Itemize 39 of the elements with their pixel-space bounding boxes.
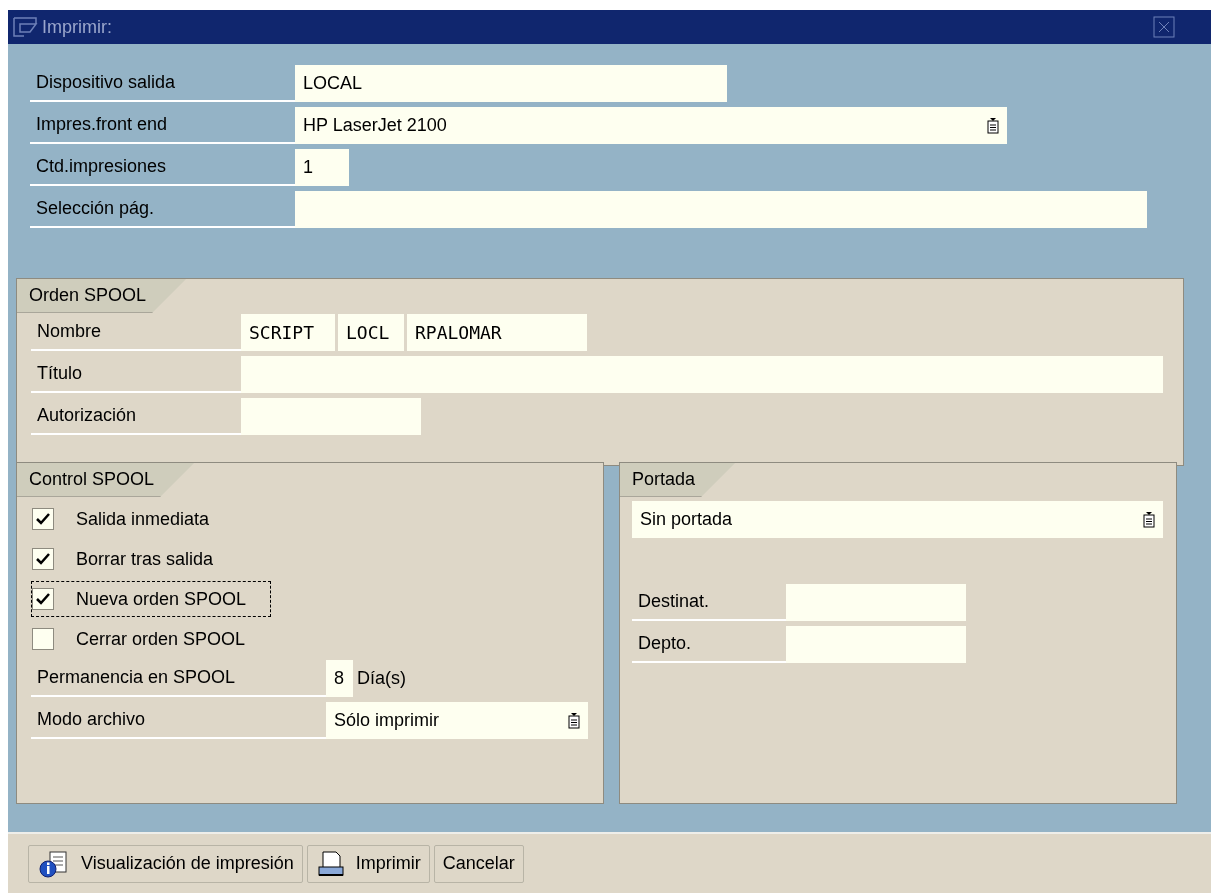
input-field[interactable]: SCRIPT [241,314,335,351]
checkbox-option[interactable]: Cerrar orden SPOOL [31,621,271,657]
checkbox[interactable] [32,628,54,650]
input-field[interactable] [295,191,1147,228]
close-icon[interactable] [1153,16,1175,38]
dialog-button[interactable]: Cancelar [433,844,524,883]
checkbox-option[interactable]: Salida inmediata [31,501,235,537]
input-field[interactable] [241,356,1163,393]
input-field[interactable]: 8 [326,660,353,697]
checkmark-icon [36,593,50,605]
checkmark-icon [36,513,50,525]
group-title: Portada [620,463,736,497]
input-field[interactable]: LOCL [338,314,404,351]
input-field[interactable] [786,626,966,663]
group-title: Orden SPOOL [17,279,187,313]
dialog-button[interactable]: Imprimir [306,844,430,883]
checkbox-option[interactable]: Borrar tras salida [31,541,239,577]
dropdown-field[interactable]: Sólo imprimir [326,702,588,739]
input-field[interactable]: LOCAL [295,65,727,102]
group-title: Control SPOOL [17,463,195,497]
checkbox[interactable] [32,548,54,570]
dropdown-list-icon[interactable] [1143,511,1155,528]
window-icon [12,16,38,38]
dropdown-list-icon[interactable] [568,712,580,729]
checkbox[interactable] [32,588,54,610]
dropdown-field[interactable]: Sin portada [632,501,1163,538]
input-field[interactable] [786,584,966,621]
checkbox-option[interactable]: Nueva orden SPOOL [31,581,272,617]
input-field[interactable]: 1 [295,149,349,186]
unit-label: Día(s) [357,667,406,690]
dialog-button[interactable]: Visualización de impresión [28,844,303,883]
checkmark-icon [36,553,50,565]
checkbox[interactable] [32,508,54,530]
input-field[interactable]: RPALOMAR [407,314,587,351]
dropdown-field[interactable]: HP LaserJet 2100 [295,107,1007,144]
window-title: Imprimir: [42,15,112,39]
dropdown-list-icon[interactable] [987,117,999,134]
input-field[interactable] [241,398,421,435]
printer-icon [315,849,346,878]
